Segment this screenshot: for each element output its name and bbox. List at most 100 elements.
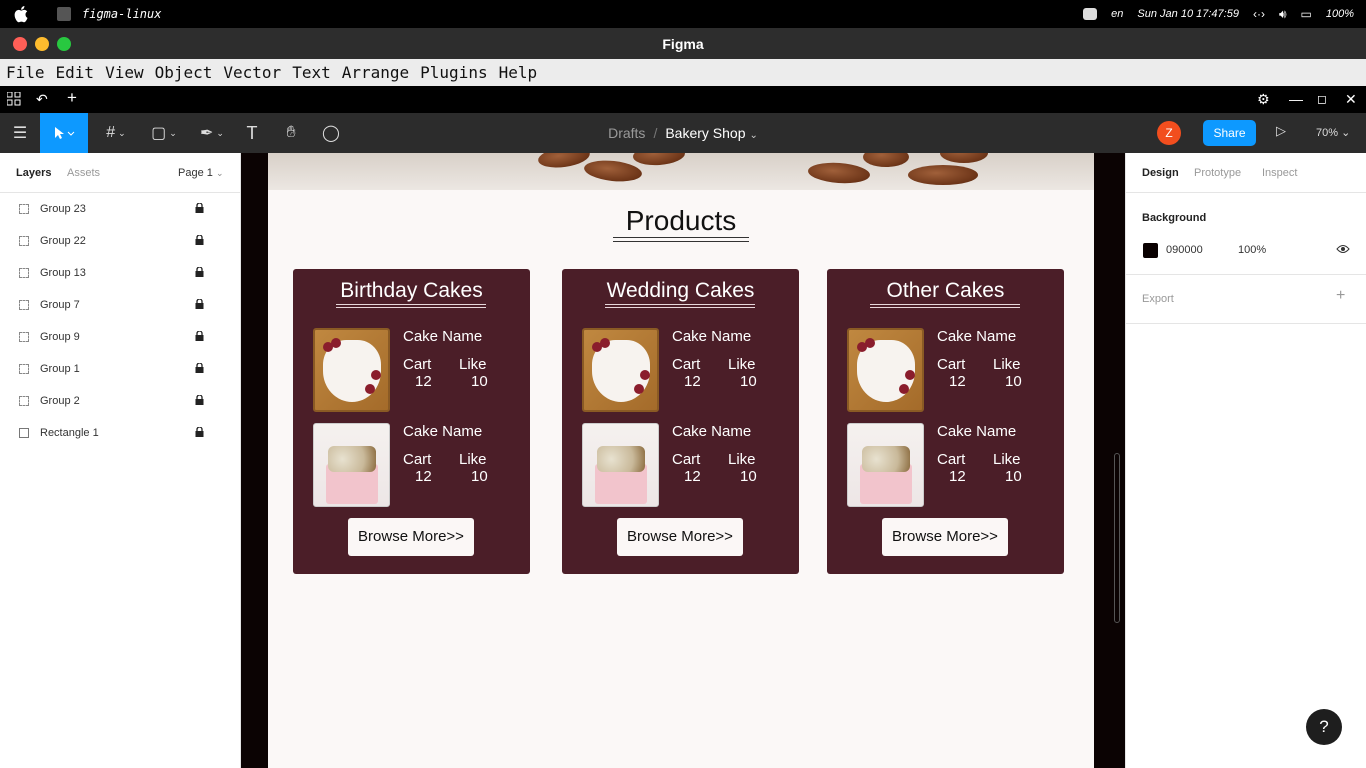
cart-label: Cart [403, 356, 432, 373]
file-name[interactable]: Bakery Shop [665, 125, 745, 141]
figma-linux-app-icon[interactable] [57, 7, 71, 21]
cake-item[interactable]: Cake Name Cart Like 12 10 [582, 328, 792, 413]
cake-item[interactable]: Cake Name Cart Like 12 10 [847, 423, 1057, 508]
pink-cake-image[interactable] [847, 423, 924, 507]
eye-visibility-icon[interactable] [1336, 244, 1350, 254]
help-button[interactable]: ? [1306, 709, 1342, 745]
canvas-scrollbar[interactable] [1114, 453, 1120, 623]
heart-cake-image[interactable] [582, 328, 659, 412]
layer-row[interactable]: Group 2 [0, 385, 240, 417]
layer-name: Group 23 [40, 203, 86, 215]
lock-icon[interactable] [195, 363, 204, 373]
like-count: 10 [1005, 373, 1022, 390]
bakery-frame[interactable]: Products Birthday Cakes Cake Name Cart Like… [268, 153, 1094, 768]
pink-cake-image[interactable] [582, 423, 659, 507]
tab-inspect[interactable]: Inspect [1262, 167, 1297, 179]
zoom-dropdown[interactable]: 70% ⌄ [1316, 126, 1350, 139]
os-app-name[interactable]: figma-linux [82, 7, 161, 21]
browse-more-button[interactable]: Browse More>> [882, 518, 1008, 556]
lock-icon[interactable] [195, 299, 204, 309]
menu-file[interactable]: File [6, 63, 45, 82]
keyboard-lang[interactable]: en [1111, 8, 1123, 20]
present-play-icon[interactable]: ▷ [1276, 123, 1286, 139]
menu-arrange[interactable]: Arrange [342, 63, 409, 82]
heart-cake-image[interactable] [313, 328, 390, 412]
product-card[interactable]: Wedding Cakes Cake Name Cart Like 12 10 Cake N… [562, 269, 799, 574]
menu-help[interactable]: Help [499, 63, 538, 82]
user-avatar[interactable]: Z [1157, 121, 1181, 145]
os-clock[interactable]: Sun Jan 10 17:47:59 [1137, 8, 1239, 20]
like-count: 10 [1005, 468, 1022, 485]
bg-color-swatch[interactable] [1143, 243, 1158, 258]
cake-name: Cake Name [937, 423, 1017, 440]
settings-gear-icon[interactable]: ⚙ [1257, 91, 1270, 108]
layer-name: Group 13 [40, 267, 86, 279]
cake-item[interactable]: Cake Name Cart Like 12 10 [582, 423, 792, 508]
layer-row[interactable]: Rectangle 1 [0, 417, 240, 449]
add-export-plus-icon[interactable]: + [1336, 287, 1345, 305]
back-arrow-icon[interactable]: ↶ [36, 91, 48, 108]
menu-text[interactable]: Text [292, 63, 331, 82]
menu-view[interactable]: View [105, 63, 144, 82]
layer-name: Group 9 [40, 331, 80, 343]
product-card[interactable]: Other Cakes Cake Name Cart Like 12 10 Cake Nam… [827, 269, 1064, 574]
pink-cake-image[interactable] [313, 423, 390, 507]
cake-item[interactable]: Cake Name Cart Like 12 10 [847, 328, 1057, 413]
export-section: Export + [1126, 275, 1366, 324]
maximize-icon[interactable]: ◻ [1317, 92, 1327, 106]
menu-object[interactable]: Object [155, 63, 213, 82]
layer-row[interactable]: Group 13 [0, 257, 240, 289]
file-menu-chevron-icon[interactable]: ⌄ [750, 130, 758, 141]
lock-icon[interactable] [195, 331, 204, 341]
tab-prototype[interactable]: Prototype [1194, 167, 1241, 179]
browse-more-button[interactable]: Browse More>> [617, 518, 743, 556]
menu-vector[interactable]: Vector [223, 63, 281, 82]
tab-layers[interactable]: Layers [16, 167, 51, 179]
layer-row[interactable]: Group 7 [0, 289, 240, 321]
menu-edit[interactable]: Edit [56, 63, 95, 82]
cart-count: 12 [684, 373, 701, 390]
layer-row[interactable]: Group 9 [0, 321, 240, 353]
heading-underline [613, 237, 749, 238]
rose-decoration [600, 338, 610, 348]
tab-assets[interactable]: Assets [67, 167, 100, 179]
bg-hex-input[interactable]: 090000 [1166, 244, 1203, 256]
lock-icon[interactable] [195, 203, 204, 213]
background-label: Background [1142, 212, 1207, 224]
heart-cake-image[interactable] [847, 328, 924, 412]
rose-decoration [865, 338, 875, 348]
page-selector[interactable]: Page 1 ⌄ [178, 167, 223, 179]
lock-icon[interactable] [195, 235, 204, 245]
lock-icon[interactable] [195, 427, 204, 437]
screen-record-icon[interactable] [1083, 8, 1098, 20]
figma-toolbar: ☰ # ⌄ ▢ ⌄ ✒ ⌄ T ✋︎ ◯ Drafts / Bakery Shop ⌄ Z … [0, 113, 1366, 153]
cake-item[interactable]: Cake Name Cart Like 12 10 [313, 423, 523, 508]
battery-icon[interactable]: ▭ [1301, 7, 1312, 21]
design-panel: Design Prototype Inspect Background 0900… [1125, 153, 1366, 768]
apple-icon[interactable] [14, 5, 30, 23]
card-title-underline [605, 304, 755, 305]
product-card[interactable]: Birthday Cakes Cake Name Cart Like 12 10 Cake … [293, 269, 530, 574]
lock-icon[interactable] [195, 395, 204, 405]
lock-icon[interactable] [195, 267, 204, 277]
minimize-icon[interactable]: — [1289, 91, 1303, 107]
network-icon[interactable]: ‹·› [1253, 7, 1265, 21]
layer-row[interactable]: Group 23 [0, 193, 240, 225]
cart-count: 12 [415, 373, 432, 390]
volume-icon[interactable]: 🔊︎ [1279, 7, 1287, 22]
design-canvas[interactable]: Products Birthday Cakes Cake Name Cart Like… [241, 153, 1125, 768]
layer-row[interactable]: Group 22 [0, 225, 240, 257]
browse-more-button[interactable]: Browse More>> [348, 518, 474, 556]
cake-item[interactable]: Cake Name Cart Like 12 10 [313, 328, 523, 413]
cake-name: Cake Name [672, 423, 752, 440]
layer-row[interactable]: Group 1 [0, 353, 240, 385]
share-button[interactable]: Share [1203, 120, 1256, 146]
menu-plugins[interactable]: Plugins [420, 63, 487, 82]
close-icon[interactable]: ✕ [1345, 91, 1357, 108]
tab-design[interactable]: Design [1142, 167, 1179, 179]
new-tab-plus-icon[interactable]: + [67, 88, 77, 108]
like-label: Like [459, 356, 487, 373]
bg-opacity-input[interactable]: 100% [1238, 244, 1266, 256]
breadcrumb-drafts[interactable]: Drafts [608, 125, 645, 141]
grid-home-icon[interactable] [7, 92, 21, 106]
